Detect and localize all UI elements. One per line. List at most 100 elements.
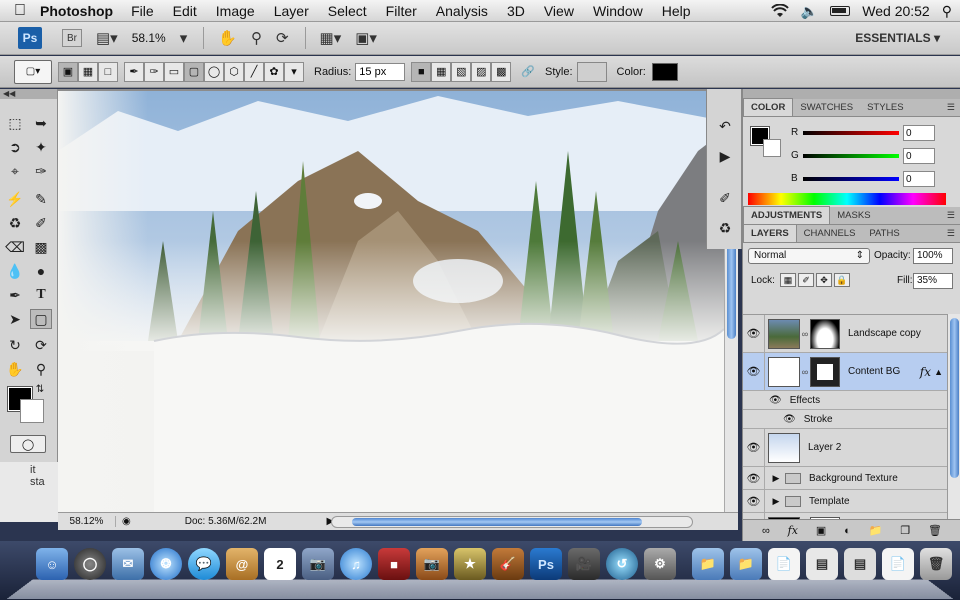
hand-tool-icon[interactable]: ✋ xyxy=(218,29,237,47)
menu-image[interactable]: Image xyxy=(216,3,255,19)
history-panel-icon[interactable]: ↶ xyxy=(715,117,735,135)
spotlight-search-icon[interactable]: ⚲ xyxy=(942,3,952,20)
color-spectrum-ramp[interactable] xyxy=(748,193,946,205)
ical-icon[interactable]: 2 xyxy=(264,548,296,580)
ellipse-button[interactable]: ◯ xyxy=(204,61,224,82)
3d-orbit-tool-icon[interactable]: ⟳ xyxy=(30,335,52,355)
fill-pixels-button[interactable]: □ xyxy=(98,61,118,82)
layer-name[interactable]: Layer 2 xyxy=(808,442,841,453)
crop-tool-icon[interactable]: ⌖ xyxy=(4,161,26,181)
tools-panel-header[interactable]: ◀◀ xyxy=(0,89,57,99)
visibility-eye-icon[interactable]: 👁 xyxy=(743,490,765,512)
visibility-eye-icon[interactable]: 👁 xyxy=(743,429,765,466)
menu-edit[interactable]: Edit xyxy=(173,3,197,19)
expand-group-arrow-icon[interactable]: ▶ xyxy=(769,496,783,507)
type-tool-icon[interactable]: T xyxy=(30,285,52,305)
layer-name[interactable]: Landscape copy xyxy=(848,328,921,339)
add-to-shape-button[interactable]: ▦ xyxy=(431,61,452,82)
eraser-tool-icon[interactable]: ⌫ xyxy=(4,237,26,257)
fill-input[interactable]: 35% xyxy=(913,273,953,289)
layer-thumbnail[interactable] xyxy=(768,356,800,387)
tab-swatches[interactable]: SWATCHES xyxy=(793,99,860,116)
screen-mode-icon[interactable]: ▣▾ xyxy=(355,29,377,47)
layer-name[interactable]: Content BG xyxy=(848,366,900,377)
layer-mask-thumbnail[interactable] xyxy=(810,318,840,349)
arrange-documents-icon[interactable]: ▦▾ xyxy=(320,29,342,47)
actions-panel-icon[interactable]: ▶ xyxy=(715,147,735,165)
new-group-icon[interactable]: 📁 xyxy=(869,524,883,537)
stroke-visibility-eye-icon[interactable]: 👁 xyxy=(783,414,796,425)
effects-row[interactable]: 👁 Effects xyxy=(743,391,947,410)
visibility-eye-icon[interactable]: 👁 xyxy=(743,315,765,352)
time-machine-icon[interactable]: ↺ xyxy=(606,548,638,580)
paths-button[interactable]: ▦ xyxy=(78,61,98,82)
rectangle-button[interactable]: ▭ xyxy=(164,61,184,82)
history-brush-tool-icon[interactable]: ✐ xyxy=(30,213,52,233)
safari-icon[interactable]: ❂ xyxy=(150,548,182,580)
blue-slider[interactable] xyxy=(803,177,899,181)
horizontal-scroll-thumb[interactable] xyxy=(352,518,642,526)
group-row-template[interactable]: 👁 ▶ Template xyxy=(743,490,947,513)
applications-folder-icon[interactable]: 📁 xyxy=(692,548,724,580)
shape-layers-button[interactable]: ▣ xyxy=(58,61,78,82)
document-stack-icon[interactable]: 📄 xyxy=(768,548,800,580)
iphoto-icon[interactable]: 📷 xyxy=(416,548,448,580)
view-extras-icon[interactable]: ▤▾ xyxy=(96,29,118,47)
tab-styles[interactable]: STYLES xyxy=(860,99,910,116)
layers-panel-menu-icon[interactable]: ☰ xyxy=(947,228,955,239)
address-book-icon[interactable]: @ xyxy=(226,548,258,580)
green-value-input[interactable]: 0 xyxy=(903,148,935,164)
freeform-pen-button[interactable]: ✑ xyxy=(144,61,164,82)
layer-effects-fx-icon[interactable]: fx xyxy=(920,365,931,379)
tab-channels[interactable]: CHANNELS xyxy=(797,225,863,242)
itunes-icon[interactable]: ♫ xyxy=(340,548,372,580)
eyedropper-tool-icon[interactable]: ✑ xyxy=(30,161,52,181)
zoom-tool-icon[interactable]: ⚲ xyxy=(251,29,262,47)
lasso-tool-icon[interactable]: ➲ xyxy=(4,137,26,157)
custom-shape-button[interactable]: ✿ xyxy=(264,61,284,82)
screenshot-stack-icon[interactable]: ▤ xyxy=(806,548,838,580)
file-stack-icon[interactable]: 📄 xyxy=(882,548,914,580)
path-selection-tool-icon[interactable]: ➤ xyxy=(4,309,26,329)
mask-link-icon[interactable]: ∞ xyxy=(800,329,810,339)
battery-icon[interactable] xyxy=(830,6,851,16)
pen-tool-button[interactable]: ✒ xyxy=(124,61,144,82)
tool-preset-picker[interactable]: ▢▾ xyxy=(14,59,52,84)
status-options-icon[interactable]: ◉ xyxy=(122,516,131,527)
line-button[interactable]: ╱ xyxy=(244,61,264,82)
exclude-shape-button[interactable]: ▩ xyxy=(491,61,512,82)
clock[interactable]: Wed 20:52 xyxy=(862,3,929,19)
apple-menu-icon[interactable]:  xyxy=(0,2,40,20)
link-layer-style-icon[interactable]: 🔗 xyxy=(521,65,535,78)
dodge-tool-icon[interactable]: ● xyxy=(30,261,52,281)
status-zoom[interactable]: 58.12% xyxy=(58,516,116,527)
lock-transparency-icon[interactable]: ▦ xyxy=(780,273,796,287)
blur-tool-icon[interactable]: 💧 xyxy=(4,261,26,281)
preview-icon[interactable]: 📷 xyxy=(302,548,334,580)
dvd-player-icon[interactable]: 🎥 xyxy=(568,548,600,580)
menu-view[interactable]: View xyxy=(544,3,574,19)
shape-color-swatch[interactable] xyxy=(651,62,678,81)
tab-adjustments[interactable]: ADJUSTMENTS xyxy=(743,206,831,224)
menu-file[interactable]: File xyxy=(131,3,154,19)
geometry-options-dropdown[interactable]: ▾ xyxy=(284,61,304,82)
layer-row-layer-2[interactable]: 👁 Layer 2 xyxy=(743,429,947,467)
expand-group-arrow-icon[interactable]: ▶ xyxy=(769,473,783,484)
gradient-tool-icon[interactable]: ▩ xyxy=(30,237,52,257)
menu-3d[interactable]: 3D xyxy=(507,3,525,19)
brush-tool-icon[interactable]: ✎ xyxy=(30,189,52,209)
polygon-button[interactable]: ⬡ xyxy=(224,61,244,82)
delete-layer-icon[interactable]: 🗑 xyxy=(928,524,942,537)
lock-all-icon[interactable]: 🔒 xyxy=(834,273,850,287)
zoom-tool-icon[interactable]: ⚲ xyxy=(30,359,52,379)
effects-visibility-eye-icon[interactable]: 👁 xyxy=(769,395,782,406)
clone-source-panel-icon[interactable]: ♻ xyxy=(715,219,735,237)
menu-filter[interactable]: Filter xyxy=(386,3,417,19)
zoom-dropdown-arrow-icon[interactable]: ▾ xyxy=(180,29,188,47)
intersect-shape-button[interactable]: ▨ xyxy=(471,61,492,82)
lock-image-icon[interactable]: ✐ xyxy=(798,273,814,287)
tab-layers[interactable]: LAYERS xyxy=(743,224,797,242)
tab-paths[interactable]: PATHS xyxy=(862,225,906,242)
quick-mask-button[interactable]: ◯ xyxy=(10,435,46,453)
system-preferences-icon[interactable]: ⚙ xyxy=(644,548,676,580)
